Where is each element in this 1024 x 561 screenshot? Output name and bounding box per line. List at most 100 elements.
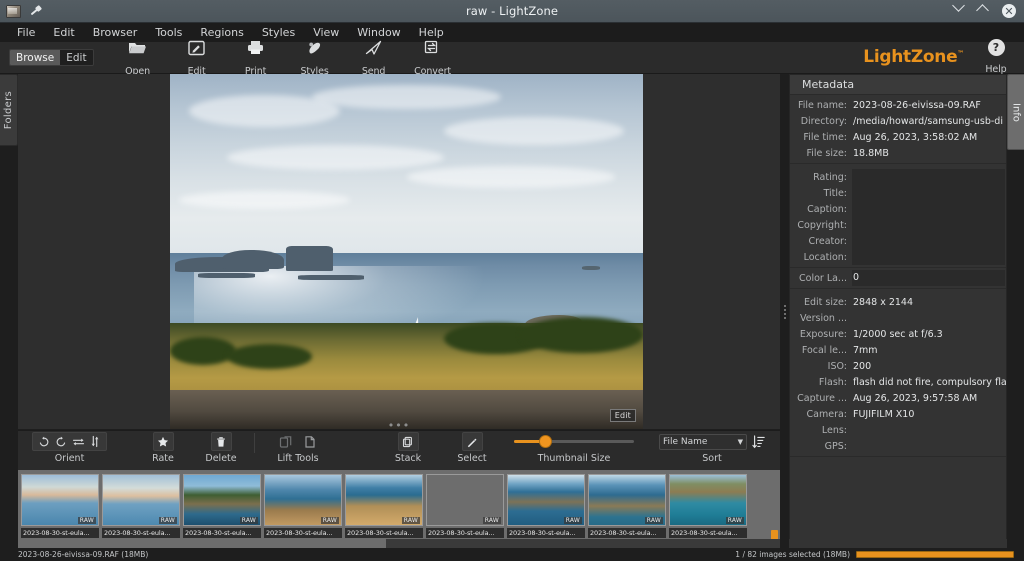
- raw-badge: RAW: [320, 517, 339, 524]
- browser-horizontal-scrollbar[interactable]: [18, 539, 780, 548]
- lift-icon[interactable]: [278, 433, 295, 450]
- thumbnail-image[interactable]: RAW: [183, 474, 261, 526]
- lift-tools-group: Lift Tools: [266, 431, 330, 464]
- metadata-row-copyright[interactable]: Copyright:: [790, 217, 1006, 233]
- styles-button[interactable]: Styles: [293, 38, 337, 78]
- metadata-key: Exposure:: [799, 328, 847, 340]
- convert-button[interactable]: Convert: [411, 38, 455, 78]
- thumbnail-image[interactable]: RAW: [426, 474, 504, 526]
- list-item[interactable]: RAW 2023-08-30-st-eula...: [21, 474, 99, 538]
- edit-button[interactable]: Edit: [175, 38, 219, 78]
- metadata-row-title[interactable]: Title:: [790, 185, 1006, 201]
- flip-vertical-icon[interactable]: [88, 435, 102, 449]
- grip-dot: [784, 309, 786, 311]
- metadata-panel: Metadata File name: 2023-08-26-eivissa-0…: [789, 74, 1007, 548]
- metadata-row-creator[interactable]: Creator:: [790, 233, 1006, 249]
- viewer-resize-handle[interactable]: •••: [388, 420, 410, 431]
- metadata-value: 200: [853, 360, 872, 372]
- menu-item-file[interactable]: File: [8, 24, 44, 41]
- caption-field[interactable]: [852, 201, 1005, 217]
- sort-dropdown[interactable]: File Name ▼: [659, 433, 747, 450]
- help-button[interactable]: ? Help: [976, 39, 1016, 76]
- orient-label: Orient: [54, 453, 85, 464]
- stack-button[interactable]: [397, 432, 419, 451]
- orient-buttons: [32, 432, 107, 451]
- list-item[interactable]: RAW 2023-08-30-st-eula...: [507, 474, 585, 538]
- rotate-left-icon[interactable]: [37, 435, 51, 449]
- photo-cloud: [179, 191, 350, 209]
- photo-breakwater: [198, 272, 256, 279]
- preview-photo[interactable]: Edit: [170, 74, 643, 429]
- thumbnail-size-slider[interactable]: [514, 432, 634, 451]
- edit-mode-button[interactable]: Edit: [60, 50, 93, 65]
- title-field[interactable]: [852, 185, 1005, 201]
- thumbnail-image[interactable]: RAW: [345, 474, 423, 526]
- rate-button[interactable]: [152, 432, 174, 451]
- list-item[interactable]: RAW 2023-08-30-st-eula...: [345, 474, 423, 538]
- progress-bar: [856, 551, 1014, 558]
- list-item[interactable]: RAW 2023-08-30-st-eula...: [426, 474, 504, 538]
- sort-descending-icon[interactable]: [752, 434, 765, 449]
- browse-mode-button[interactable]: Browse: [10, 50, 61, 65]
- title-bar: raw - LightZone ✕: [0, 0, 1024, 23]
- sidebar-tab-folders[interactable]: Folders: [0, 74, 18, 146]
- metadata-row-caption[interactable]: Caption:: [790, 201, 1006, 217]
- thumbnail-image[interactable]: RAW: [507, 474, 585, 526]
- metadata-row-rating[interactable]: Rating:: [790, 169, 1006, 185]
- select-group[interactable]: Select: [450, 431, 494, 464]
- metadata-key: Rating:: [813, 171, 847, 183]
- metadata-row-directory: Directory: /media/howard/samsung-usb-di: [790, 113, 1006, 129]
- thumbnail-size-group: Thumbnail Size: [514, 431, 634, 464]
- select-button[interactable]: [461, 432, 483, 451]
- rotate-right-icon[interactable]: [54, 435, 68, 449]
- copyright-field[interactable]: [852, 217, 1005, 233]
- list-item[interactable]: RAW 2023-08-30-st-eula...: [183, 474, 261, 538]
- metadata-row-color-label[interactable]: Color La... 0: [790, 270, 1006, 286]
- send-button[interactable]: Send: [352, 38, 396, 78]
- open-button[interactable]: Open: [116, 38, 160, 78]
- thumbnail-label: 2023-08-30-st-eula...: [21, 528, 99, 538]
- stamp-icon[interactable]: [302, 433, 319, 450]
- list-item[interactable]: RAW 2023-08-30-st-eula...: [102, 474, 180, 538]
- thumbnail-image[interactable]: RAW: [669, 474, 747, 526]
- status-current-file: 2023-08-26-eivissa-09.RAF (18MB): [18, 550, 149, 559]
- close-button[interactable]: ✕: [1002, 4, 1016, 18]
- list-item[interactable]: RAW 2023-08-30-st-eula...: [669, 474, 747, 538]
- metadata-editable-section: Rating: Title: Caption: Copyright: Creat…: [790, 167, 1006, 268]
- metadata-key: Color La...: [799, 272, 847, 284]
- thumbnail-image[interactable]: RAW: [102, 474, 180, 526]
- thumbnail-label: 2023-08-30-st-eula...: [588, 528, 666, 538]
- metadata-row-camera: Camera: FUJIFILM X10: [790, 406, 1006, 422]
- metadata-key: Capture ...: [797, 392, 847, 404]
- menu-item-edit[interactable]: Edit: [44, 24, 83, 41]
- metadata-row-edit-size: Edit size: 2848 x 2144: [790, 294, 1006, 310]
- rating-field[interactable]: [852, 169, 1005, 185]
- scrollbar-thumb[interactable]: [18, 539, 386, 548]
- flip-horizontal-icon[interactable]: [71, 435, 85, 449]
- print-button[interactable]: Print: [234, 38, 278, 78]
- panel-splitter-grip[interactable]: [781, 300, 789, 324]
- location-field[interactable]: [852, 249, 1005, 265]
- list-item[interactable]: RAW 2023-08-30-st-eula...: [264, 474, 342, 538]
- thumbnail-image[interactable]: RAW: [588, 474, 666, 526]
- maximize-button[interactable]: [976, 4, 992, 18]
- sidebar-tab-info[interactable]: Info: [1007, 74, 1024, 150]
- list-item[interactable]: RAW 2023-08-30-st-eula...: [588, 474, 666, 538]
- minimize-button[interactable]: [952, 0, 968, 18]
- main-toolbar: Browse Edit Open Edit Print Styles Send …: [0, 39, 1024, 77]
- thumbnail-strip[interactable]: RAW 2023-08-30-st-eula... RAW 2023-08-30…: [18, 470, 780, 548]
- stack-group[interactable]: Stack: [386, 431, 430, 464]
- metadata-row-location[interactable]: Location:: [790, 249, 1006, 265]
- thumbnail-label: 2023-08-30-st-eula...: [426, 528, 504, 538]
- thumbnail-size-label: Thumbnail Size: [537, 453, 611, 464]
- slider-knob[interactable]: [540, 436, 552, 447]
- thumbnail-image[interactable]: RAW: [264, 474, 342, 526]
- thumbnail-image[interactable]: RAW: [21, 474, 99, 526]
- image-viewer[interactable]: Edit •••: [18, 74, 780, 431]
- color-label-field[interactable]: 0: [852, 270, 1005, 286]
- delete-button[interactable]: [210, 432, 232, 451]
- creator-field[interactable]: [852, 233, 1005, 249]
- raw-badge: RAW: [482, 517, 501, 524]
- rate-group[interactable]: Rate: [141, 431, 185, 464]
- delete-group[interactable]: Delete: [199, 431, 243, 464]
